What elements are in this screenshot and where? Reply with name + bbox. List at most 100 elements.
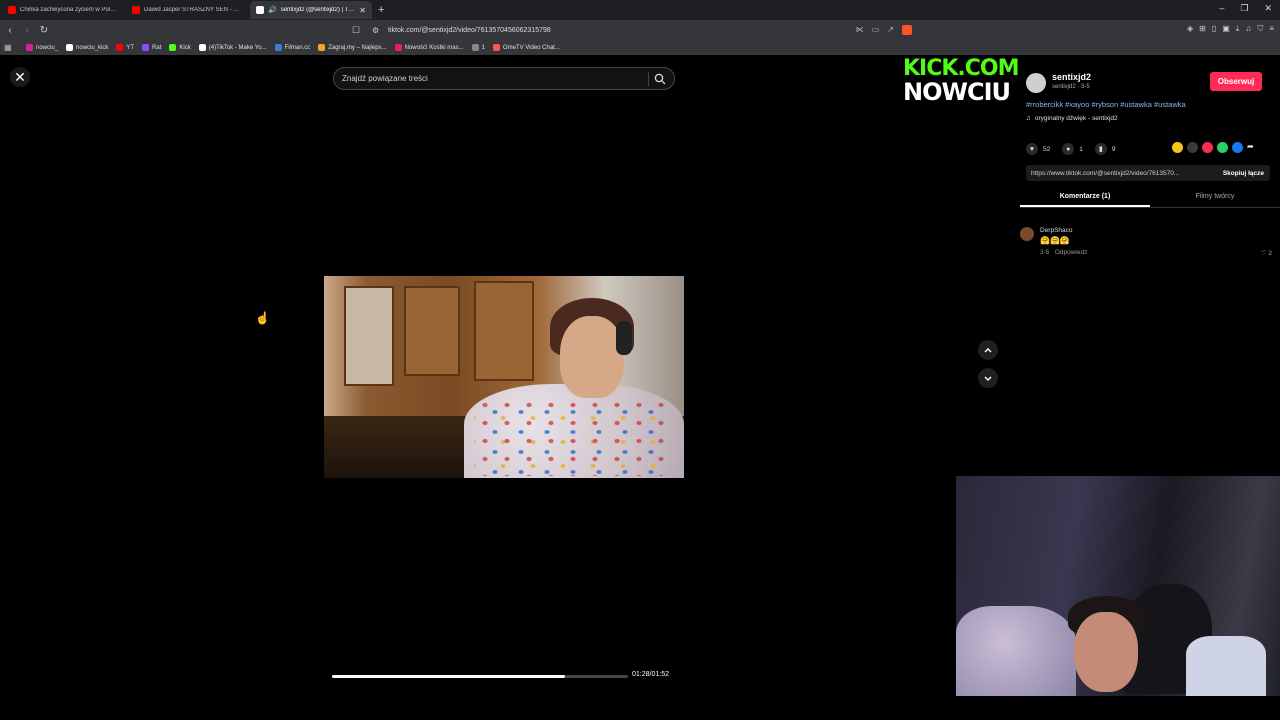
close-tab-icon[interactable]: ✕: [359, 6, 366, 15]
bookmark-item[interactable]: Filman.cc: [274, 44, 310, 51]
bookmarks-bar: ▦ nowciu_ nowciu_kick YT Rat Kick (4)Tik…: [0, 40, 1280, 55]
browser-tab[interactable]: Chinka zachwycona życiem w Polsce: [2, 1, 124, 19]
bookmark-item[interactable]: nowciu_kick: [66, 44, 108, 51]
browser-tab-active[interactable]: 🔊 sentixjd2 (@sentixjd2) | TikTok ✕: [250, 1, 372, 19]
whatsapp-icon[interactable]: [1217, 142, 1228, 153]
comment-author[interactable]: DerpShaco: [1040, 227, 1073, 234]
save-count: 9: [1111, 145, 1116, 153]
video-column: Znajdź powiązane treści 01:28/01:52: [324, 55, 684, 697]
bookmark-item[interactable]: YT: [116, 44, 134, 51]
comment-count: 1: [1079, 145, 1083, 153]
send-icon[interactable]: [1202, 142, 1213, 153]
url-text[interactable]: tiktok.com/@sentixjd2/video/761357045606…: [388, 27, 551, 34]
search-icon[interactable]: [654, 73, 666, 85]
bookmark-item[interactable]: 1: [471, 44, 485, 51]
instagram-icon: [26, 44, 33, 51]
bookmark-label: Rat: [152, 44, 162, 51]
bookmark-label: (4)TikTok - Make Yo...: [208, 44, 267, 51]
friends-share-icon[interactable]: [1172, 142, 1183, 153]
tab-creator-videos[interactable]: Filmy twórcy: [1150, 188, 1280, 207]
reader-icon[interactable]: ⋉: [856, 25, 864, 35]
avatar[interactable]: [1026, 73, 1046, 93]
bookmark-item[interactable]: nowciu_: [26, 44, 58, 51]
more-share-icon[interactable]: ➦: [1247, 142, 1254, 153]
like-stat[interactable]: ♥ 52: [1026, 143, 1050, 155]
download-icon[interactable]: ⤓: [1236, 24, 1240, 34]
sound-row[interactable]: ♫ oryginalny dźwięk - sentixjd2: [1026, 115, 1118, 122]
shield-icon[interactable]: ⛉: [1257, 24, 1263, 34]
bookmark-icon[interactable]: ☐: [352, 25, 366, 36]
facebook-icon[interactable]: [1232, 142, 1243, 153]
close-icon[interactable]: ✕: [10, 67, 30, 87]
bookmark-item[interactable]: Rat: [142, 44, 161, 51]
menu-icon[interactable]: ≡: [1269, 24, 1274, 34]
apps-grid-icon[interactable]: ▦: [4, 43, 18, 52]
stats-row: ♥ 52 ● 1 ▮ 9: [1026, 143, 1121, 155]
embed-icon[interactable]: [1187, 142, 1198, 153]
address-bar[interactable]: ☐ ⚙ tiktok.com/@sentixjd2/video/76135704…: [352, 22, 912, 38]
new-tab-button[interactable]: +: [378, 4, 384, 16]
extension-icons: ◈ ⊞ ▯ ▣ ⤓ ♫ ⛉ ≡: [1187, 24, 1274, 34]
webcam-face: [1074, 612, 1138, 692]
bookmark-item[interactable]: OmeTV Video Chat...: [492, 44, 560, 51]
tab-comments[interactable]: Komentarze (1): [1020, 188, 1150, 207]
restore-icon[interactable]: ❐: [1240, 3, 1248, 14]
reload-icon[interactable]: ↻: [37, 25, 51, 36]
share-icons: ➦: [1172, 142, 1254, 153]
video-link[interactable]: https://www.tiktok.com/@sentixjd2/video/…: [1031, 170, 1201, 177]
previous-video-button[interactable]: [978, 340, 998, 360]
forward-icon[interactable]: ›: [20, 25, 34, 36]
bookmark-label: 1: [481, 44, 485, 51]
bookmark-item[interactable]: Nowość! Kostki mas...: [394, 44, 464, 51]
save-stat[interactable]: ▮ 9: [1094, 143, 1116, 155]
search-input[interactable]: Znajdź powiązane treści: [333, 67, 675, 90]
extension-icon[interactable]: ⊞: [1199, 24, 1206, 34]
follow-button[interactable]: Obserwuj: [1210, 72, 1262, 91]
close-window-icon[interactable]: ✕: [1264, 3, 1272, 14]
filman-icon: [274, 44, 282, 51]
cabinet-door: [344, 286, 394, 386]
browser-tab-bar: Chinka zachwycona życiem w Polsce Dawid …: [0, 0, 1280, 20]
panel-tabs: Komentarze (1) Filmy twórcy: [1020, 188, 1280, 208]
comment-text: 🤗🤗🤗: [1040, 236, 1070, 245]
bookmark-label: Zagraj.my – Najleps...: [328, 44, 387, 51]
reply-button[interactable]: Odpowiedz: [1055, 249, 1088, 256]
browser-toolbar: ‹ › ↻ ☐ ⚙ tiktok.com/@sentixjd2/video/76…: [0, 20, 1280, 40]
copy-link-button[interactable]: Skopiuj łącze: [1223, 170, 1264, 177]
cast-icon[interactable]: ▭: [872, 25, 880, 35]
like-count: 52: [1043, 145, 1051, 153]
wallet-icon[interactable]: ▣: [1222, 24, 1230, 34]
media-icon[interactable]: ♫: [1245, 24, 1251, 34]
bookmark-label: OmeTV Video Chat...: [502, 44, 560, 51]
tab-title: Dawid Jasper STRASZNY SEN - MAFI...: [144, 7, 242, 13]
browser-tab[interactable]: Dawid Jasper STRASZNY SEN - MAFI...: [126, 1, 248, 19]
comment-like[interactable]: ♡ 2: [1261, 249, 1272, 257]
avatar[interactable]: [1020, 227, 1034, 241]
hashtags[interactable]: #rrobercikk #xayoo #rybson #ustawka #ust…: [1026, 100, 1186, 109]
bookmark-label: Nowość! Kostki mas...: [404, 44, 464, 51]
bookmark-item[interactable]: (4)TikTok - Make Yo...: [198, 44, 267, 51]
youtube-icon: [132, 6, 140, 14]
bottom-bar: [0, 697, 1280, 720]
video-progress-bar[interactable]: [332, 675, 628, 678]
vpn-icon[interactable]: ◈: [1187, 24, 1193, 34]
webcam-pillow: [956, 606, 1076, 696]
webcam-shirt: [1186, 636, 1266, 696]
bookmark-item[interactable]: Zagraj.my – Najleps...: [318, 44, 387, 51]
minimize-icon[interactable]: –: [1219, 3, 1224, 14]
next-video-button[interactable]: [978, 368, 998, 388]
author-username[interactable]: sentixjd2: [1052, 72, 1091, 82]
brave-shield-icon[interactable]: [902, 25, 912, 35]
share-icon[interactable]: ↗: [887, 25, 894, 35]
sidebar-icon[interactable]: ▯: [1212, 24, 1216, 34]
webcam-overlay: [956, 476, 1280, 696]
video-progress-fill: [332, 675, 565, 678]
shirt-pattern: [474, 396, 674, 476]
comment-stat[interactable]: ● 1: [1062, 143, 1083, 155]
back-icon[interactable]: ‹: [3, 25, 17, 36]
divider: [648, 72, 649, 86]
bookmark-item[interactable]: Kick: [169, 44, 191, 51]
youtube-icon: [8, 6, 16, 14]
site-info-icon[interactable]: ⚙: [372, 26, 388, 35]
video-frame[interactable]: [324, 276, 684, 478]
